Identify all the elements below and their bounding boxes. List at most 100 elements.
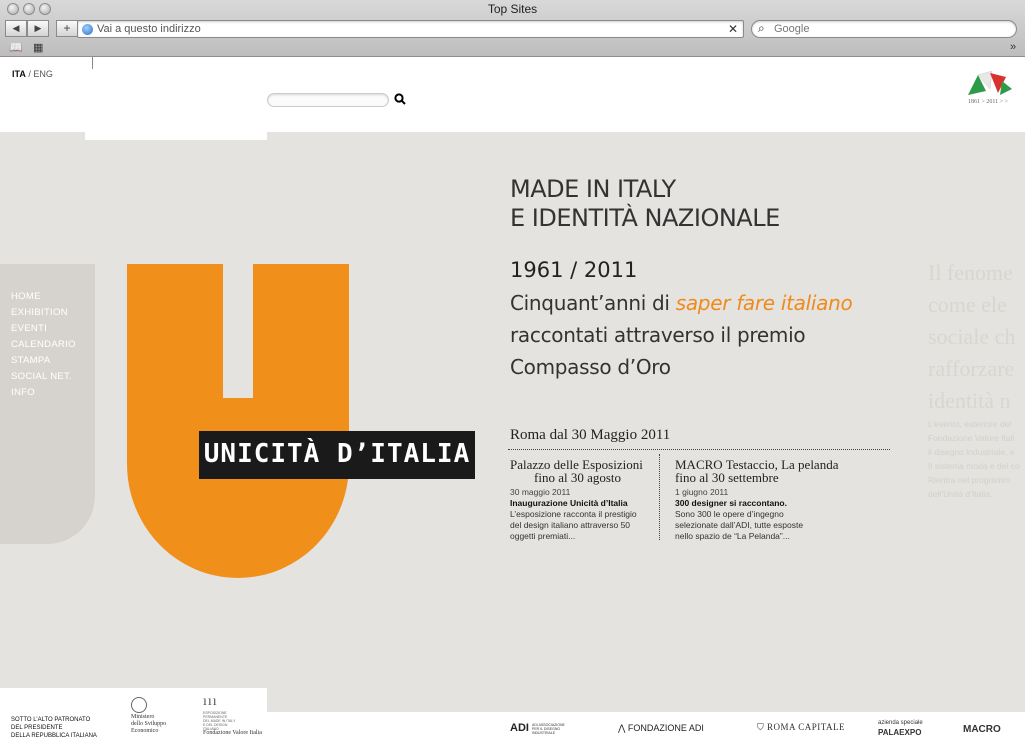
macro-logo[interactable]: MACRO: [963, 724, 1001, 735]
back-button[interactable]: ◀: [5, 20, 27, 37]
text-cursor: [92, 57, 93, 69]
faded-line: sociale ch: [928, 324, 1016, 349]
plus-icon: +: [63, 21, 71, 35]
event-left-text-line: L’esposizione racconta il prestigio: [510, 509, 637, 519]
adi-logo[interactable]: ADI: [510, 722, 529, 734]
faded-small-line: Il sistema moda e dei co: [928, 461, 1020, 471]
roma-capitale-logo[interactable]: ⛉ ROMA CAPITALE: [757, 722, 845, 733]
event-left-until: fino al 30 agosto: [534, 470, 622, 485]
menu-item-exhibition[interactable]: EXHIBITION: [11, 305, 76, 321]
republic-emblem-icon: [131, 697, 147, 713]
clear-address-icon[interactable]: ✕: [728, 22, 738, 36]
patronage-line: SOTTO L’ALTO PATRONATO: [11, 717, 91, 723]
column-divider: [659, 454, 660, 540]
ministry-line: dello Sviluppo: [131, 721, 167, 727]
palaexpo-logo[interactable]: PALAEXPO: [878, 728, 921, 737]
adi-small-line: INDUSTRIALE: [532, 731, 556, 735]
headline-line-2: E IDENTITÀ NAZIONALE: [510, 204, 780, 232]
forward-arrow-icon: ▶: [34, 23, 42, 33]
fvi-logo-mark[interactable]: ııı: [203, 694, 218, 710]
chevron-right-double-icon[interactable]: »: [1010, 41, 1016, 53]
main-menu: HOME EXHIBITION EVENTI CALENDARIO STAMPA…: [11, 289, 76, 401]
add-bookmark-button[interactable]: +: [56, 20, 78, 37]
menu-item-calendario[interactable]: CALENDARIO: [11, 337, 76, 353]
location-date: Roma dal 30 Maggio 2011: [510, 427, 671, 443]
dotted-divider: [508, 449, 890, 450]
page-title: MADE IN ITALY E IDENTITÀ NAZIONALE: [510, 175, 780, 233]
search-icon[interactable]: [394, 93, 406, 108]
roma-capitale-text: ROMA CAPITALE: [767, 722, 846, 732]
orange-u-logo: [127, 264, 349, 578]
palaexpo-caption: azienda speciale: [878, 720, 923, 726]
faded-small-line: Fondazione Valore Itali: [928, 433, 1015, 443]
faded-line: come ele: [928, 292, 1007, 317]
headline-line-1: MADE IN ITALY: [510, 175, 676, 203]
event-left-title[interactable]: Inaugurazione Unicità d’Italia: [510, 498, 628, 508]
back-arrow-icon: ◀: [12, 23, 20, 33]
fvi-logo-small-text: ESPOSIZIONE PERMANENTE DEL MADE IN ITALY…: [203, 711, 235, 731]
book-icon[interactable]: 📖: [9, 41, 23, 54]
compass-icon: ⋀: [618, 723, 626, 733]
site-search-input[interactable]: [267, 93, 389, 107]
patronage-line: DELLA REPUBBLICA ITALIANA: [11, 733, 97, 739]
menu-item-home[interactable]: HOME: [11, 289, 76, 305]
language-switcher: ITA / ENG: [12, 69, 53, 79]
patronage-line: DEL PRESIDENTE: [11, 725, 63, 731]
menu-item-social-net[interactable]: SOCIAL NET.: [11, 369, 76, 385]
faded-line: identità n: [928, 388, 1011, 413]
bookmarks-bar: 📖 ▦ »: [0, 40, 1025, 56]
lang-ita-link[interactable]: ITA: [12, 69, 26, 79]
event-left-date: 30 maggio 2011: [510, 487, 571, 497]
event-right-text-line: nello spazio de “La Pelanda”...: [675, 531, 790, 541]
year-range: 1961 / 2011: [510, 258, 638, 282]
address-input[interactable]: Vai a questo indirizzo: [97, 23, 201, 35]
event-right-until: fino al 30 settembre: [675, 470, 779, 485]
faded-small-line: dell’Unità d’Italia.: [928, 489, 993, 499]
italy-150-caption: 1861 > 2011 > >: [968, 99, 1008, 105]
faded-small-line: L’evento, esteriore del: [928, 419, 1012, 429]
web-page: ITA / ENG 1861 > 2011 > > HOME EXHIBITIO…: [0, 57, 1025, 749]
adi-logo-small-text: ADI ASSOCIAZIONE PER IL DISEGNO INDUSTRI…: [532, 723, 565, 735]
brand-band: UNICITÀ D’ITALIA: [199, 431, 475, 479]
event-right-text-line: Sono 300 le opere d’ingegno: [675, 509, 784, 519]
brand-title: UNICITÀ D’ITALIA: [203, 439, 471, 469]
event-left-text-line: oggetti premiati...: [510, 531, 576, 541]
event-right-title[interactable]: 300 designer si raccontano.: [675, 498, 787, 508]
browser-search-input[interactable]: Google: [774, 23, 809, 35]
grid-icon[interactable]: ▦: [33, 41, 43, 54]
event-left-description: L’esposizione racconta il prestigio del …: [510, 509, 637, 542]
window-title: Top Sites: [487, 2, 538, 16]
event-right-text-line: selezionate dall’ADI, tutte esposte: [675, 520, 804, 530]
lead-line-1: Cinquant’anni di saper fare italiano: [510, 291, 853, 315]
title-bar: Top Sites: [0, 0, 1025, 18]
lead-line-2: raccontati attraverso il premio: [510, 323, 806, 347]
forward-button[interactable]: ▶: [27, 20, 49, 37]
menu-item-info[interactable]: INFO: [11, 385, 76, 401]
search-icon: ⌕: [758, 21, 765, 35]
browser-chrome: Top Sites ◀ ▶ + Vai a questo indirizzo ✕…: [0, 0, 1025, 57]
ministry-line: Economico: [131, 728, 159, 734]
globe-icon: [82, 24, 93, 35]
faded-body-text: L’evento, esteriore del Fondazione Valor…: [928, 417, 1020, 501]
site-header: [0, 57, 1025, 132]
italy-150-logo[interactable]: [962, 67, 1016, 113]
ministry-line: Ministero: [131, 714, 155, 720]
fondazione-adi-logo[interactable]: ⋀ FONDAZIONE ADI: [618, 723, 704, 734]
ministry-logo[interactable]: Ministero dello Sviluppo Economico: [131, 714, 166, 735]
fvi-name: Fondazione Valore Italia: [203, 730, 262, 736]
menu-item-eventi[interactable]: EVENTI: [11, 321, 76, 337]
header-tab-extension: [85, 132, 267, 140]
menu-item-stampa[interactable]: STAMPA: [11, 353, 76, 369]
fondazione-adi-text: FONDAZIONE ADI: [627, 723, 704, 733]
lead-prefix: Cinquant’anni di: [510, 291, 676, 315]
navigation-toolbar: ◀ ▶ + Vai a questo indirizzo ✕ ⌕ Google: [0, 18, 1025, 40]
lang-eng-link[interactable]: ENG: [33, 69, 53, 79]
faded-small-line: Rientra nel programm: [928, 475, 1011, 485]
browser-search-field[interactable]: ⌕ Google: [751, 20, 1017, 38]
event-right-date: 1 giugno 2011: [675, 487, 729, 497]
faded-small-line: il disegno industriale, e: [928, 447, 1015, 457]
lead-highlight: saper fare italiano: [675, 291, 853, 315]
address-bar[interactable]: Vai a questo indirizzo ✕: [77, 20, 744, 38]
shield-icon: ⛉: [757, 722, 765, 732]
lead-line-3: Compasso d’Oro: [510, 355, 671, 379]
